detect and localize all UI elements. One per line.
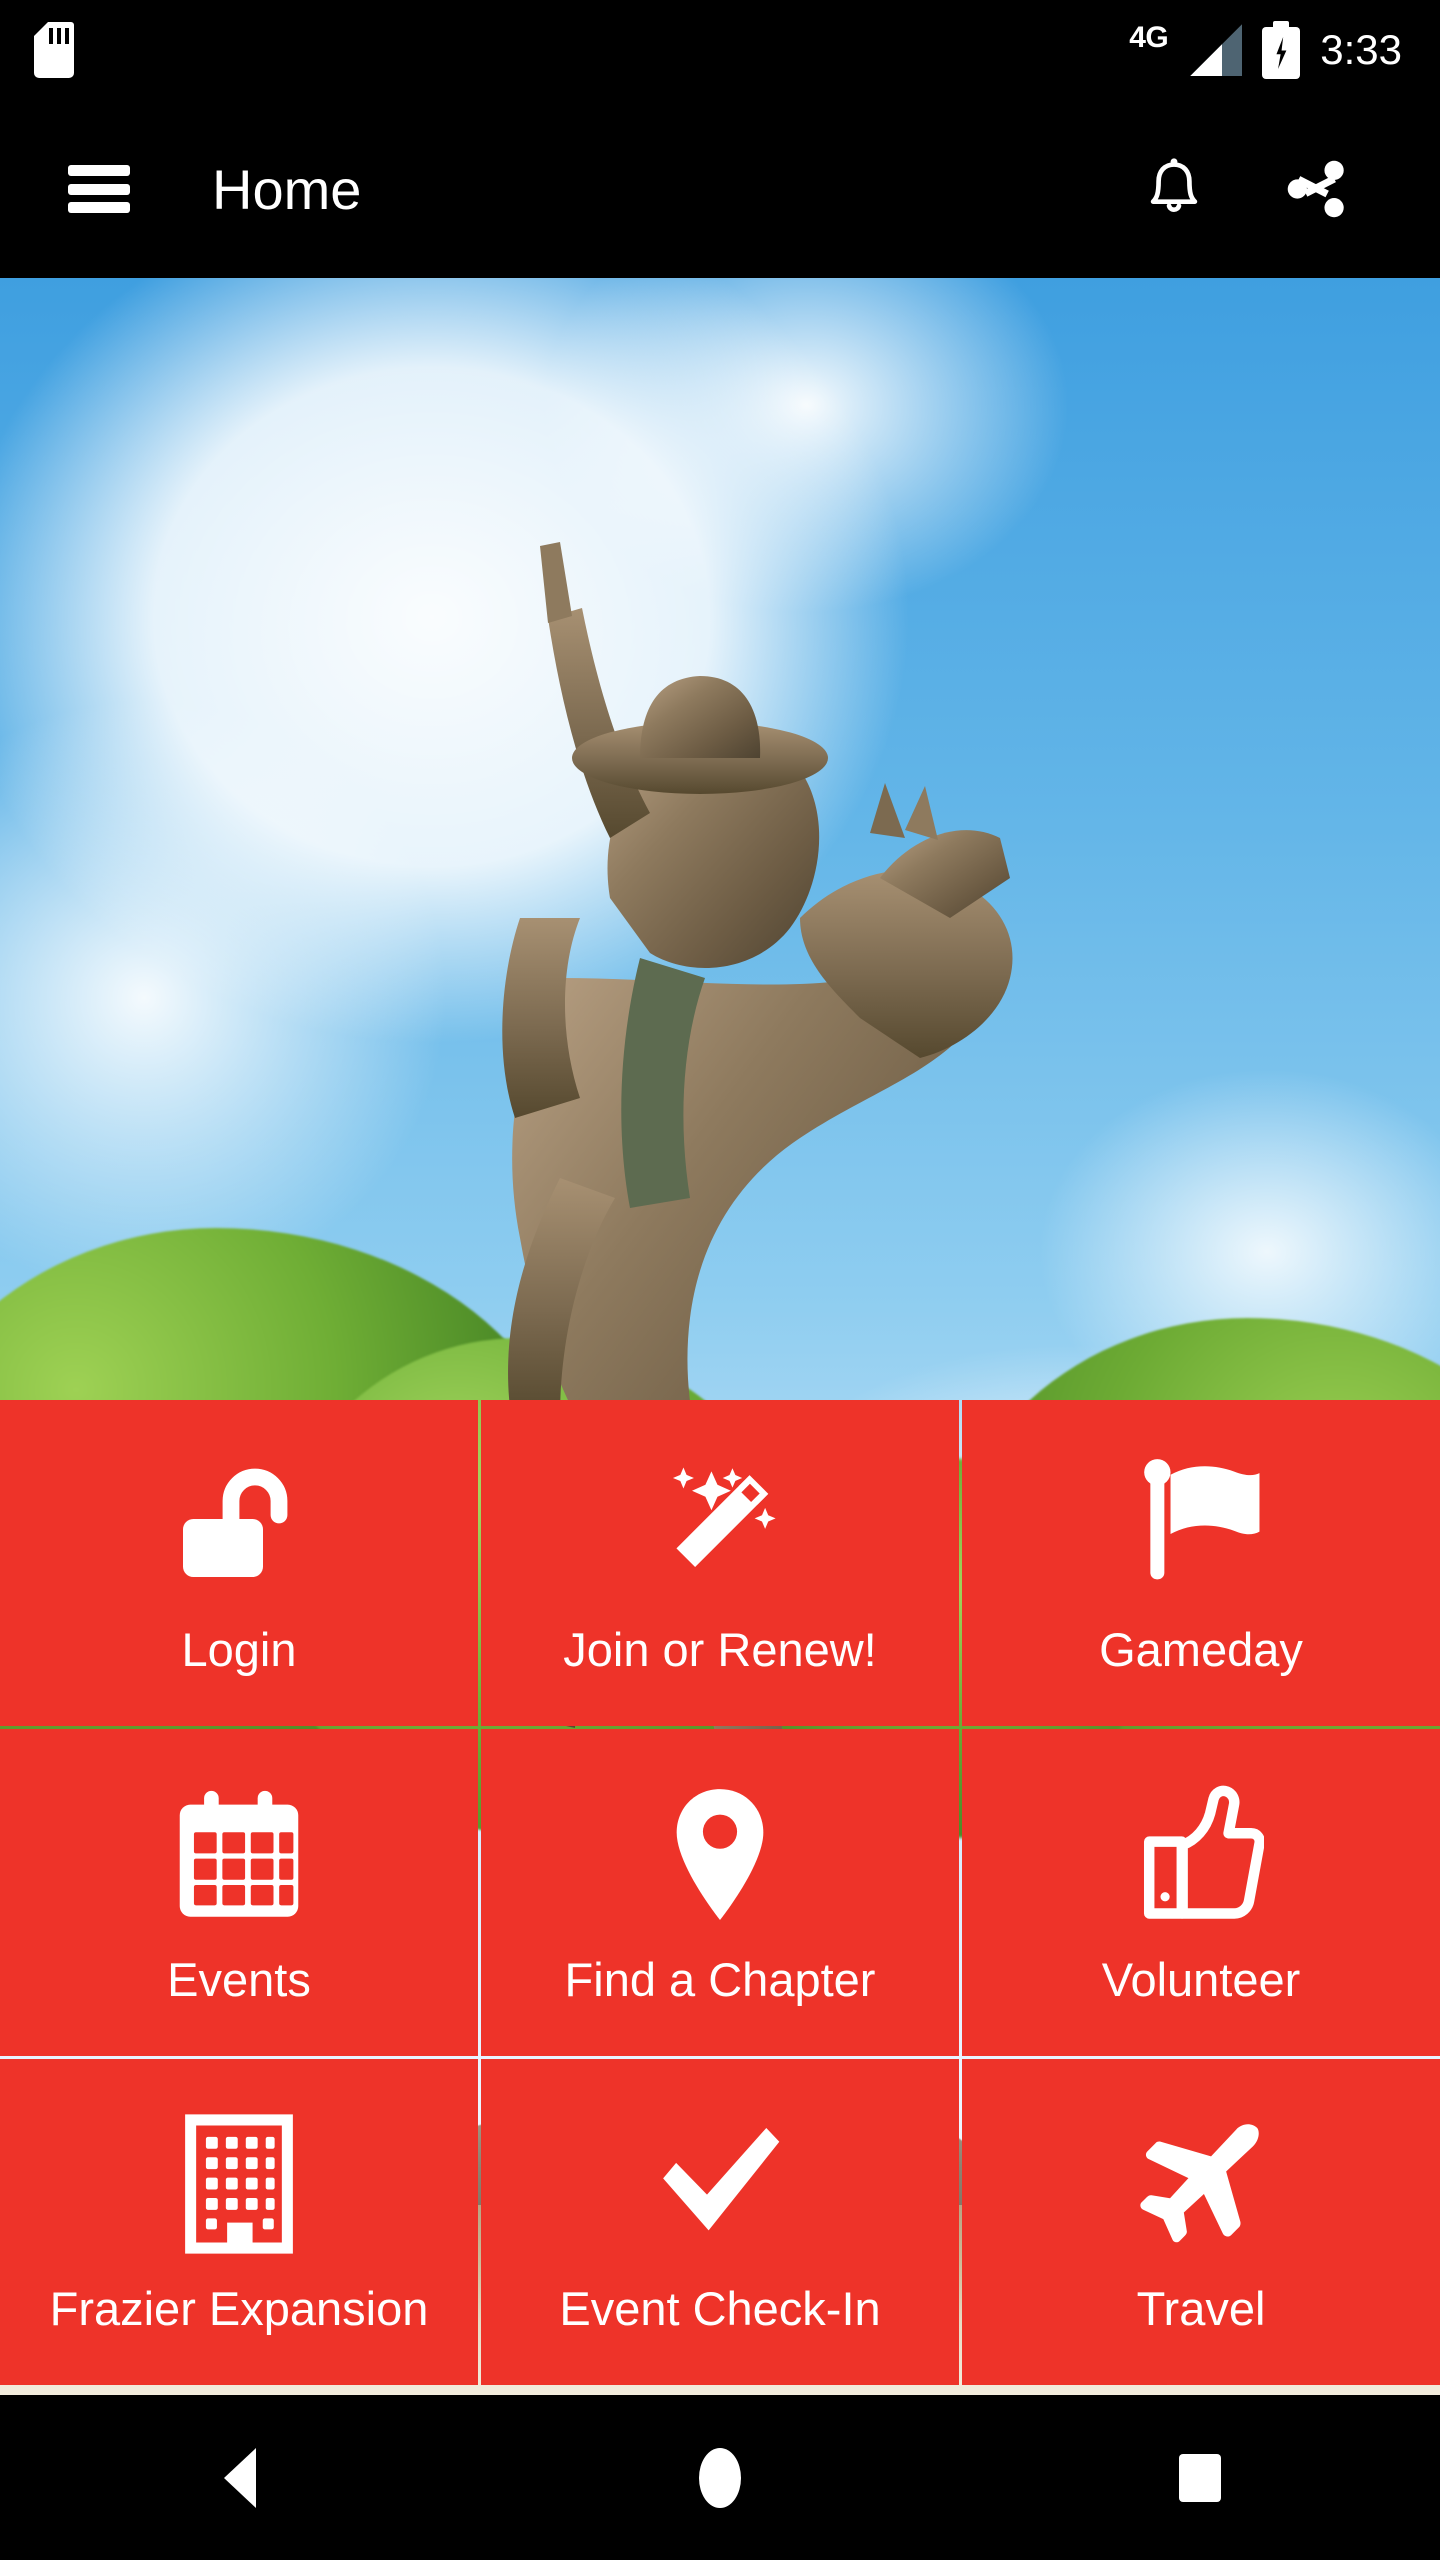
tile-volunteer[interactable]: Volunteer: [962, 1729, 1440, 2056]
signal-bars-icon: [1190, 24, 1243, 76]
app-bar-actions: [1136, 151, 1440, 227]
hamburger-menu-icon[interactable]: [68, 165, 130, 213]
tile-label: Frazier Expansion: [49, 2282, 429, 2336]
recents-square-icon: [1179, 2453, 1221, 2502]
quick-action-grid: Login Join or Renew! Gameday Events Find…: [0, 1400, 1440, 2385]
tile-label: Join or Renew!: [563, 1623, 877, 1677]
home-circle-icon: [699, 2447, 741, 2508]
tile-label: Event Check-In: [559, 2282, 881, 2336]
unlock-icon: [171, 1451, 307, 1599]
nav-home-button[interactable]: [645, 2423, 795, 2533]
page-title: Home: [212, 157, 362, 221]
share-icon[interactable]: [1278, 151, 1354, 227]
sd-card-icon: [34, 22, 74, 78]
building-icon: [183, 2110, 295, 2258]
airplane-icon: [1134, 2110, 1268, 2258]
tile-join-or-renew[interactable]: Join or Renew!: [481, 1400, 959, 1727]
status-bar-left: [0, 22, 1129, 78]
app-bar: Home: [0, 100, 1440, 278]
status-bar-right: 4G 3:33: [1129, 21, 1440, 79]
tile-label: Login: [181, 1623, 297, 1677]
tile-label: Find a Chapter: [564, 1952, 876, 2006]
nav-back-button[interactable]: [165, 2423, 315, 2533]
tile-gameday[interactable]: Gameday: [962, 1400, 1440, 1727]
network-type-label: 4G: [1129, 21, 1169, 54]
bell-icon[interactable]: [1136, 151, 1212, 227]
tile-events[interactable]: Events: [0, 1729, 478, 2056]
tile-event-check-in[interactable]: Event Check-In: [481, 2058, 959, 2385]
flag-icon: [1135, 1451, 1267, 1599]
magic-wand-icon: [650, 1451, 790, 1599]
tile-frazier-expansion[interactable]: Frazier Expansion: [0, 2058, 478, 2385]
phone-screen: 4G 3:33 Home Login Join or Renew! Gameda…: [0, 0, 1440, 2560]
tile-label: Volunteer: [1101, 1952, 1301, 2006]
nav-recents-button[interactable]: [1125, 2423, 1275, 2533]
back-triangle-icon: [224, 2447, 256, 2508]
tile-label: Travel: [1136, 2282, 1266, 2336]
check-icon: [650, 2110, 790, 2258]
map-pin-icon: [670, 1781, 770, 1929]
status-bar: 4G 3:33: [0, 0, 1440, 100]
calendar-icon: [174, 1781, 304, 1929]
tile-login[interactable]: Login: [0, 1400, 478, 1727]
thumbs-up-icon: [1138, 1781, 1264, 1929]
tile-label: Gameday: [1099, 1623, 1303, 1677]
battery-charging-icon: [1262, 21, 1301, 79]
tile-label: Events: [167, 1952, 311, 2006]
status-bar-clock: 3:33: [1320, 26, 1402, 73]
tile-travel[interactable]: Travel: [962, 2058, 1440, 2385]
tile-find-a-chapter[interactable]: Find a Chapter: [481, 1729, 959, 2056]
android-nav-bar: [0, 2395, 1440, 2560]
